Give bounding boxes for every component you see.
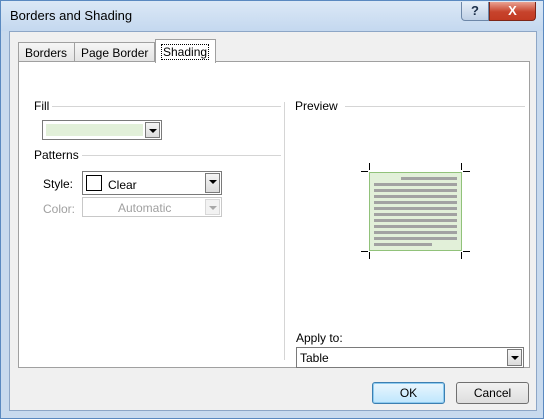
preview-text-line — [374, 243, 432, 246]
style-chevron-down-icon[interactable] — [205, 173, 220, 193]
preview-group-label: Preview — [295, 99, 341, 113]
crop-mark — [461, 252, 462, 259]
title-bar[interactable]: Borders and Shading ? X — [1, 1, 543, 31]
crop-mark — [369, 252, 370, 259]
ok-button[interactable]: OK — [372, 382, 445, 404]
crop-mark — [461, 163, 462, 170]
preview-text-line — [401, 177, 457, 180]
shading-panel: Fill Patterns Style: Clear Color: Automa… — [18, 61, 530, 368]
preview-group-line — [345, 106, 525, 107]
help-icon: ? — [471, 3, 479, 18]
apply-to-label: Apply to: — [296, 331, 343, 345]
preview-text-line — [374, 225, 457, 228]
preview-text-line — [374, 213, 457, 216]
style-label: Style: — [43, 177, 74, 191]
pattern-color-value: Automatic — [118, 201, 172, 215]
preview-text-line — [374, 207, 457, 210]
fill-color-swatch — [46, 124, 143, 136]
fill-group-label: Fill — [34, 99, 53, 113]
preview-text-line — [374, 189, 457, 192]
tab-page-border[interactable]: Page Border — [74, 42, 155, 62]
pattern-style-value: Clear — [108, 178, 137, 192]
crop-mark — [463, 171, 470, 172]
patterns-group-label: Patterns — [34, 148, 82, 162]
color-chevron-down-icon[interactable] — [205, 199, 220, 215]
preview-text-line — [374, 219, 457, 222]
dialog-body: Borders Page Border Shading Fill Pattern… — [9, 31, 537, 411]
pattern-style-dropdown[interactable]: Clear — [82, 171, 222, 195]
color-label: Color: — [43, 202, 76, 216]
preview-text-line — [374, 183, 457, 186]
shading-preview — [369, 172, 462, 251]
tab-shading-label: Shading — [160, 44, 210, 60]
crop-mark — [361, 251, 368, 252]
close-icon: X — [508, 3, 517, 18]
pattern-color-dropdown[interactable]: Automatic — [82, 197, 222, 217]
cancel-button[interactable]: Cancel — [456, 382, 529, 404]
tab-borders[interactable]: Borders — [18, 42, 75, 62]
preview-text-line — [374, 231, 457, 234]
preview-text-line — [374, 201, 457, 204]
crop-mark — [463, 251, 470, 252]
preview-text-line — [374, 237, 457, 240]
fill-chevron-down-icon[interactable] — [145, 122, 160, 138]
tab-page-border-label: Page Border — [81, 46, 149, 60]
apply-to-value: Table — [300, 351, 329, 365]
tab-borders-label: Borders — [25, 46, 68, 60]
crop-mark — [361, 171, 368, 172]
close-button[interactable]: X — [489, 2, 536, 21]
apply-to-chevron-down-icon[interactable] — [507, 349, 522, 366]
preview-text-line — [374, 195, 457, 198]
tab-shading[interactable]: Shading — [155, 39, 216, 63]
patterns-group-line — [82, 155, 281, 156]
crop-mark — [369, 163, 370, 170]
pattern-style-swatch — [86, 175, 102, 191]
fill-group-line — [49, 106, 281, 107]
apply-to-dropdown[interactable]: Table — [296, 347, 524, 368]
window-title: Borders and Shading — [10, 8, 133, 23]
fill-color-dropdown[interactable] — [42, 120, 162, 140]
help-button[interactable]: ? — [461, 2, 489, 21]
borders-and-shading-dialog: Borders and Shading ? X Borders Page Bor… — [0, 0, 544, 419]
section-divider — [284, 102, 285, 360]
